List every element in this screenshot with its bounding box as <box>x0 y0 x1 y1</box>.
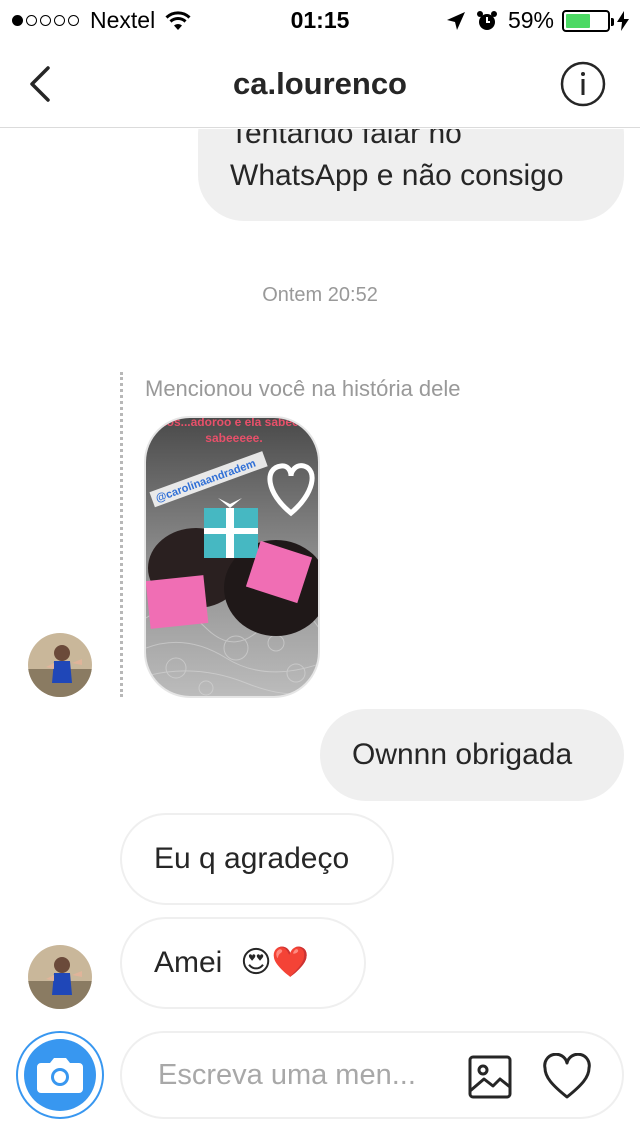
profile-photo <box>28 633 92 697</box>
message-bubble-outgoing[interactable]: Tentando falar no WhatsApp e não consigo <box>198 129 624 221</box>
emoji-text: 😍❤️ <box>240 946 309 979</box>
status-bar: Nextel 01:15 59% <box>0 0 640 40</box>
avatar[interactable] <box>28 945 92 1009</box>
message-text: Tentando falar no <box>230 129 462 150</box>
mention-divider <box>120 372 123 697</box>
like-button[interactable] <box>542 1052 592 1101</box>
message-bubble-incoming[interactable]: Eu q agradeço <box>120 813 394 905</box>
message-bubble-outgoing[interactable]: Ownnn obrigada <box>320 709 624 801</box>
story-mention-label: Mencionou você na história dele <box>145 376 461 401</box>
message-composer <box>0 1019 640 1136</box>
svg-text:sabeeeee.: sabeeeee. <box>205 431 262 445</box>
message-timestamp: Ontem 20:52 <box>262 284 378 306</box>
charging-bolt-icon <box>617 10 629 31</box>
camera-button[interactable] <box>16 1031 104 1119</box>
avatar[interactable] <box>28 633 92 697</box>
gallery-button[interactable] <box>466 1053 514 1101</box>
message-text: WhatsApp e não consigo <box>230 159 564 192</box>
chat-title[interactable]: ca.lourenco <box>0 66 640 102</box>
image-icon <box>468 1055 512 1099</box>
chat-header: ca.lourenco <box>0 40 640 128</box>
story-thumbnail[interactable]: ...mos...adoroo e ela sabeeeee. sabeeeee… <box>144 416 320 698</box>
info-button[interactable] <box>560 61 606 107</box>
message-input-container <box>120 1031 624 1119</box>
battery-icon <box>562 9 614 32</box>
heart-icon <box>543 1052 591 1099</box>
message-text: Ownnn obrigada <box>352 738 573 771</box>
camera-icon <box>37 1058 83 1093</box>
message-bubble-incoming[interactable]: Amei 😍❤️ <box>120 917 366 1009</box>
info-circle-icon <box>560 61 606 107</box>
message-input[interactable] <box>158 1055 458 1095</box>
story-caption: ...mos...adoroo e ela sabeeeee. <box>146 418 320 429</box>
message-text: Amei <box>154 946 223 979</box>
alarm-icon <box>476 10 497 30</box>
battery-percent: 59% <box>507 7 554 33</box>
profile-photo <box>28 945 92 1009</box>
story-image: ...mos...adoroo e ela sabeeeee. sabeeeee… <box>146 418 320 696</box>
message-text: Eu q agradeço <box>154 842 350 875</box>
location-arrow-icon <box>446 11 465 30</box>
message-thread[interactable]: Tentando falar no WhatsApp e não consigo… <box>0 129 640 1019</box>
